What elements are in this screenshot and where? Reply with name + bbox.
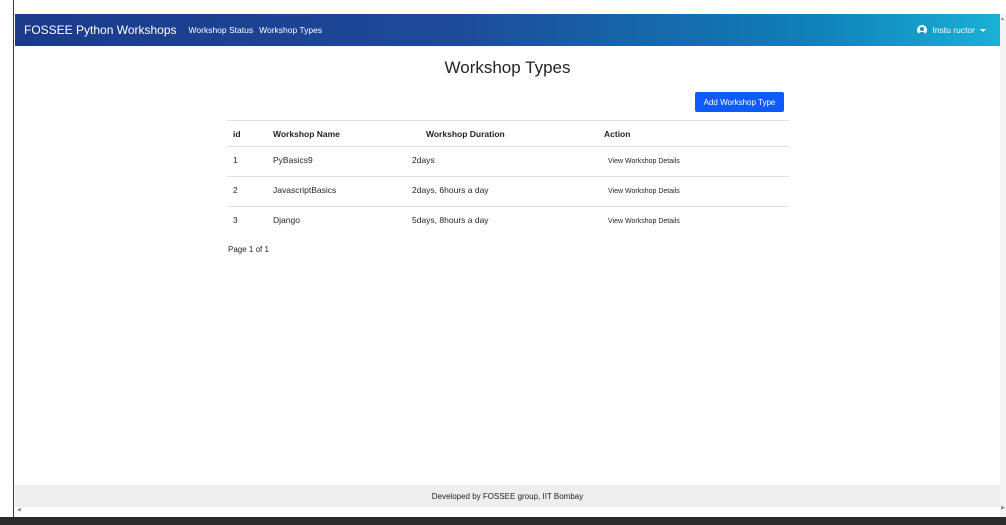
nav-link-workshop-types[interactable]: Workshop Types <box>259 25 322 35</box>
user-name: Instu ructor <box>932 25 975 35</box>
window-top-margin <box>14 0 1006 14</box>
window-left-border <box>0 0 14 525</box>
scroll-down-arrow-icon[interactable]: ▶ <box>1001 505 1005 511</box>
window-bottom-border <box>0 517 1006 525</box>
browser-window: FOSSEE Python Workshops Workshop Status … <box>0 0 1006 525</box>
caret-down-icon <box>980 28 986 32</box>
vertical-scrollbar[interactable] <box>1000 14 1006 517</box>
table-row: 1 PyBasics9 2days View Workshop Details <box>227 147 789 177</box>
footer: Developed by FOSSEE group, IIT Bombay <box>15 485 1000 507</box>
header-action: Action <box>604 128 631 139</box>
row-name: JavascriptBasics <box>273 185 337 195</box>
add-workshop-type-button[interactable]: Add Workshop Type <box>695 92 784 112</box>
view-workshop-details-link[interactable]: View Workshop Details <box>608 147 680 176</box>
view-workshop-details-link[interactable]: View Workshop Details <box>608 177 680 206</box>
scroll-up-arrow-icon[interactable]: ▲ <box>1000 16 1005 22</box>
scroll-left-arrow-icon[interactable]: ◀ <box>17 507 21 513</box>
row-name: PyBasics9 <box>273 155 313 165</box>
table-row: 2 JavascriptBasics 2days, 6hours a day V… <box>227 177 789 207</box>
nav-link-workshop-status[interactable]: Workshop Status <box>189 25 254 35</box>
header-workshop-name: Workshop Name <box>273 128 340 139</box>
header-workshop-duration: Workshop Duration <box>426 128 505 139</box>
row-duration: 5days, 8hours a day <box>412 215 489 225</box>
header-id: id <box>233 128 241 139</box>
pagination-info: Page 1 of 1 <box>228 245 269 254</box>
user-menu[interactable]: Instu ructor <box>917 14 986 46</box>
navbar-brand[interactable]: FOSSEE Python Workshops <box>24 23 177 37</box>
row-id: 3 <box>233 215 238 225</box>
navbar: FOSSEE Python Workshops Workshop Status … <box>15 14 1000 46</box>
row-duration: 2days <box>412 155 435 165</box>
table-row: 3 Django 5days, 8hours a day View Worksh… <box>227 207 789 237</box>
table-header: id Workshop Name Workshop Duration Actio… <box>227 120 789 147</box>
user-circle-icon <box>917 25 928 35</box>
row-id: 1 <box>233 155 238 165</box>
row-duration: 2days, 6hours a day <box>412 185 489 195</box>
page-title: Workshop Types <box>444 58 571 77</box>
row-name: Django <box>273 215 300 225</box>
view-workshop-details-link[interactable]: View Workshop Details <box>608 207 680 237</box>
workshop-types-table: id Workshop Name Workshop Duration Actio… <box>227 120 789 237</box>
footer-text: Developed by FOSSEE group, IIT Bombay <box>431 491 584 501</box>
row-id: 2 <box>233 185 238 195</box>
